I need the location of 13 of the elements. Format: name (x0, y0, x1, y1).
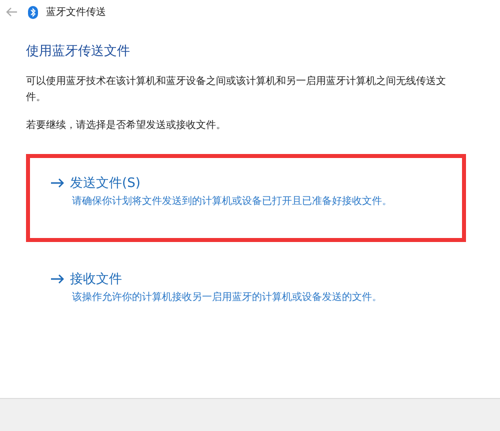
page-heading: 使用蓝牙传送文件 (26, 43, 131, 60)
back-button[interactable] (4, 7, 20, 17)
intro-text: 可以使用蓝牙技术在该计算机和蓝牙设备之间或该计算机和另一启用蓝牙计算机之间无线传送文件。 (26, 74, 446, 105)
option-description: 该操作允许你的计算机接收另一启用蓝牙的计算机或设备发送的文件。 (71, 290, 383, 304)
option-description: 请确保你计划将文件发送到的计算机或设备已打开且已准备好接收文件。 (71, 194, 393, 208)
window-title: 蓝牙文件传送 (46, 6, 106, 19)
prompt-text: 若要继续，请选择是否希望发送或接收文件。 (26, 118, 227, 133)
arrow-icon (50, 178, 64, 188)
arrow-icon (50, 274, 64, 284)
back-arrow-icon (6, 7, 18, 17)
option-link[interactable]: 接收文件 (50, 270, 122, 288)
option-link[interactable]: 发送文件(S) (50, 174, 140, 192)
bluetooth-icon (28, 6, 38, 18)
